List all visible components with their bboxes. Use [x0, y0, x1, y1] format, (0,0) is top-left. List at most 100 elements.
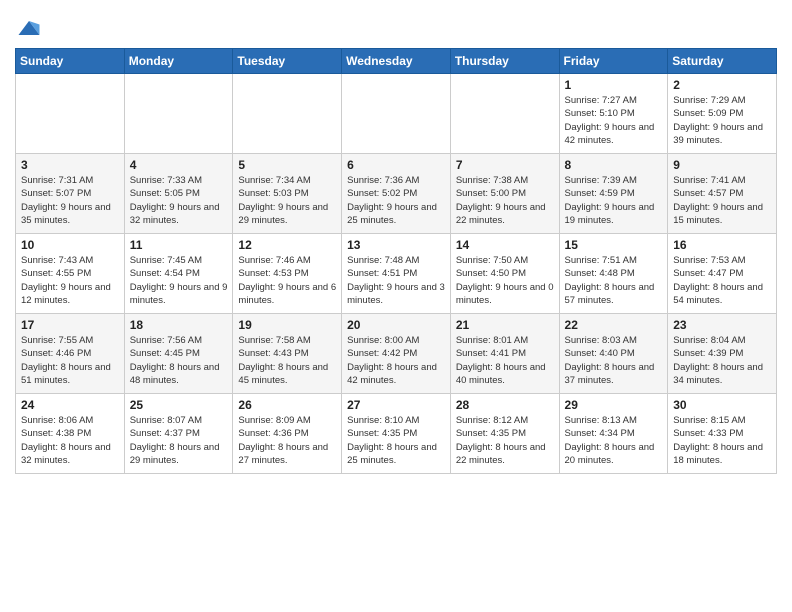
calendar-cell: 14 Sunrise: 7:50 AM Sunset: 4:50 PM Dayli…: [450, 234, 559, 314]
calendar-cell: 3 Sunrise: 7:31 AM Sunset: 5:07 PM Daylig…: [16, 154, 125, 234]
day-number: 28: [456, 398, 554, 412]
day-info: Sunrise: 7:41 AM Sunset: 4:57 PM Dayligh…: [673, 174, 771, 227]
day-number: 8: [565, 158, 663, 172]
calendar-cell: 25 Sunrise: 8:07 AM Sunset: 4:37 PM Dayli…: [124, 394, 233, 474]
day-info: Sunrise: 7:36 AM Sunset: 5:02 PM Dayligh…: [347, 174, 445, 227]
day-number: 20: [347, 318, 445, 332]
day-info: Sunrise: 7:29 AM Sunset: 5:09 PM Dayligh…: [673, 94, 771, 147]
day-info: Sunrise: 7:51 AM Sunset: 4:48 PM Dayligh…: [565, 254, 663, 307]
day-info: Sunrise: 7:43 AM Sunset: 4:55 PM Dayligh…: [21, 254, 119, 307]
day-info: Sunrise: 8:01 AM Sunset: 4:41 PM Dayligh…: [456, 334, 554, 387]
calendar-cell: 7Sunrise: 7:38 AM Sunset: 5:00 PM Daylig…: [450, 154, 559, 234]
day-number: 6: [347, 158, 445, 172]
day-number: 5: [238, 158, 336, 172]
week-row-3: 17 Sunrise: 7:55 AM Sunset: 4:46 PM Dayli…: [16, 314, 777, 394]
week-row-1: 3 Sunrise: 7:31 AM Sunset: 5:07 PM Daylig…: [16, 154, 777, 234]
calendar-cell: 9 Sunrise: 7:41 AM Sunset: 4:57 PM Daylig…: [668, 154, 777, 234]
day-number: 21: [456, 318, 554, 332]
day-number: 1: [565, 78, 663, 92]
calendar-cell: 12 Sunrise: 7:46 AM Sunset: 4:53 PM Dayli…: [233, 234, 342, 314]
calendar-cell: 18 Sunrise: 7:56 AM Sunset: 4:45 PM Dayli…: [124, 314, 233, 394]
weekday-header-wednesday: Wednesday: [342, 49, 451, 74]
calendar-cell: 26Sunrise: 8:09 AM Sunset: 4:36 PM Dayli…: [233, 394, 342, 474]
calendar-cell: 17 Sunrise: 7:55 AM Sunset: 4:46 PM Dayli…: [16, 314, 125, 394]
page: SundayMondayTuesdayWednesdayThursdayFrid…: [0, 0, 792, 612]
week-row-2: 10Sunrise: 7:43 AM Sunset: 4:55 PM Dayli…: [16, 234, 777, 314]
day-info: Sunrise: 7:34 AM Sunset: 5:03 PM Dayligh…: [238, 174, 336, 227]
day-number: 22: [565, 318, 663, 332]
weekday-header-monday: Monday: [124, 49, 233, 74]
day-number: 18: [130, 318, 228, 332]
weekday-header-friday: Friday: [559, 49, 668, 74]
weekday-header-thursday: Thursday: [450, 49, 559, 74]
calendar-cell: 15 Sunrise: 7:51 AM Sunset: 4:48 PM Dayli…: [559, 234, 668, 314]
day-info: Sunrise: 7:39 AM Sunset: 4:59 PM Dayligh…: [565, 174, 663, 227]
day-info: Sunrise: 8:04 AM Sunset: 4:39 PM Dayligh…: [673, 334, 771, 387]
day-info: Sunrise: 7:56 AM Sunset: 4:45 PM Dayligh…: [130, 334, 228, 387]
calendar-cell: [342, 74, 451, 154]
day-info: Sunrise: 7:53 AM Sunset: 4:47 PM Dayligh…: [673, 254, 771, 307]
day-number: 13: [347, 238, 445, 252]
day-info: Sunrise: 7:55 AM Sunset: 4:46 PM Dayligh…: [21, 334, 119, 387]
day-number: 25: [130, 398, 228, 412]
calendar-cell: 8 Sunrise: 7:39 AM Sunset: 4:59 PM Daylig…: [559, 154, 668, 234]
logo: [15, 14, 47, 42]
day-number: 30: [673, 398, 771, 412]
week-row-0: 1 Sunrise: 7:27 AM Sunset: 5:10 PM Daylig…: [16, 74, 777, 154]
calendar-cell: 27 Sunrise: 8:10 AM Sunset: 4:35 PM Dayli…: [342, 394, 451, 474]
day-number: 3: [21, 158, 119, 172]
day-number: 12: [238, 238, 336, 252]
calendar-cell: [124, 74, 233, 154]
header-row: [15, 10, 777, 42]
logo-icon: [15, 14, 43, 42]
day-number: 27: [347, 398, 445, 412]
day-info: Sunrise: 8:12 AM Sunset: 4:35 PM Dayligh…: [456, 414, 554, 467]
day-info: Sunrise: 7:50 AM Sunset: 4:50 PM Dayligh…: [456, 254, 554, 307]
calendar-cell: 20 Sunrise: 8:00 AM Sunset: 4:42 PM Dayli…: [342, 314, 451, 394]
day-info: Sunrise: 8:15 AM Sunset: 4:33 PM Dayligh…: [673, 414, 771, 467]
calendar-cell: [450, 74, 559, 154]
day-info: Sunrise: 7:33 AM Sunset: 5:05 PM Dayligh…: [130, 174, 228, 227]
weekday-header-row: SundayMondayTuesdayWednesdayThursdayFrid…: [16, 49, 777, 74]
calendar-cell: 24Sunrise: 8:06 AM Sunset: 4:38 PM Dayli…: [16, 394, 125, 474]
day-info: Sunrise: 7:27 AM Sunset: 5:10 PM Dayligh…: [565, 94, 663, 147]
day-number: 26: [238, 398, 336, 412]
calendar-cell: 2 Sunrise: 7:29 AM Sunset: 5:09 PM Daylig…: [668, 74, 777, 154]
calendar-cell: 6 Sunrise: 7:36 AM Sunset: 5:02 PM Daylig…: [342, 154, 451, 234]
week-row-4: 24Sunrise: 8:06 AM Sunset: 4:38 PM Dayli…: [16, 394, 777, 474]
calendar-cell: 21 Sunrise: 8:01 AM Sunset: 4:41 PM Dayli…: [450, 314, 559, 394]
calendar-cell: 22 Sunrise: 8:03 AM Sunset: 4:40 PM Dayli…: [559, 314, 668, 394]
day-number: 29: [565, 398, 663, 412]
day-number: 2: [673, 78, 771, 92]
day-info: Sunrise: 8:00 AM Sunset: 4:42 PM Dayligh…: [347, 334, 445, 387]
day-info: Sunrise: 8:10 AM Sunset: 4:35 PM Dayligh…: [347, 414, 445, 467]
day-info: Sunrise: 8:06 AM Sunset: 4:38 PM Dayligh…: [21, 414, 119, 467]
day-number: 14: [456, 238, 554, 252]
weekday-header-sunday: Sunday: [16, 49, 125, 74]
day-number: 16: [673, 238, 771, 252]
weekday-header-saturday: Saturday: [668, 49, 777, 74]
calendar-cell: 19Sunrise: 7:58 AM Sunset: 4:43 PM Dayli…: [233, 314, 342, 394]
calendar-cell: 16 Sunrise: 7:53 AM Sunset: 4:47 PM Dayli…: [668, 234, 777, 314]
calendar-cell: 11Sunrise: 7:45 AM Sunset: 4:54 PM Dayli…: [124, 234, 233, 314]
day-info: Sunrise: 8:07 AM Sunset: 4:37 PM Dayligh…: [130, 414, 228, 467]
day-info: Sunrise: 7:38 AM Sunset: 5:00 PM Dayligh…: [456, 174, 554, 227]
day-number: 15: [565, 238, 663, 252]
calendar-cell: 5 Sunrise: 7:34 AM Sunset: 5:03 PM Daylig…: [233, 154, 342, 234]
day-info: Sunrise: 8:03 AM Sunset: 4:40 PM Dayligh…: [565, 334, 663, 387]
calendar-cell: 13Sunrise: 7:48 AM Sunset: 4:51 PM Dayli…: [342, 234, 451, 314]
calendar-cell: 1 Sunrise: 7:27 AM Sunset: 5:10 PM Daylig…: [559, 74, 668, 154]
calendar-cell: 4 Sunrise: 7:33 AM Sunset: 5:05 PM Daylig…: [124, 154, 233, 234]
day-number: 9: [673, 158, 771, 172]
day-info: Sunrise: 8:13 AM Sunset: 4:34 PM Dayligh…: [565, 414, 663, 467]
calendar-cell: 29 Sunrise: 8:13 AM Sunset: 4:34 PM Dayli…: [559, 394, 668, 474]
day-info: Sunrise: 7:31 AM Sunset: 5:07 PM Dayligh…: [21, 174, 119, 227]
calendar-cell: [16, 74, 125, 154]
calendar-cell: 10Sunrise: 7:43 AM Sunset: 4:55 PM Dayli…: [16, 234, 125, 314]
day-number: 17: [21, 318, 119, 332]
day-info: Sunrise: 7:46 AM Sunset: 4:53 PM Dayligh…: [238, 254, 336, 307]
day-number: 11: [130, 238, 228, 252]
day-number: 4: [130, 158, 228, 172]
day-info: Sunrise: 7:58 AM Sunset: 4:43 PM Dayligh…: [238, 334, 336, 387]
calendar-cell: 30 Sunrise: 8:15 AM Sunset: 4:33 PM Dayli…: [668, 394, 777, 474]
